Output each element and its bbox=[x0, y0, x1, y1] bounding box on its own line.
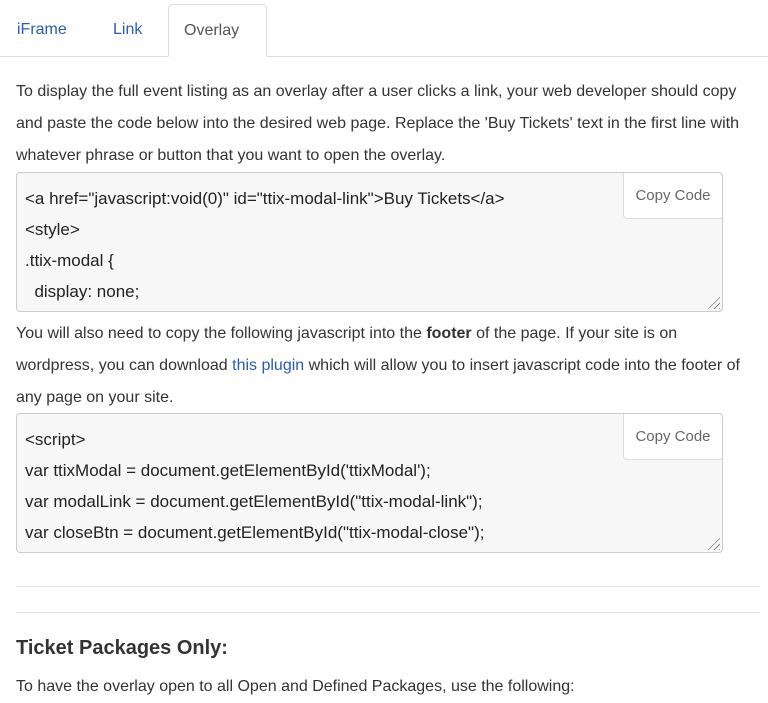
footer-bold: footer bbox=[426, 325, 472, 342]
script-code-box[interactable]: <script> var ttixModal = document.getEle… bbox=[16, 413, 723, 553]
intro-text: To display the full event listing as an … bbox=[16, 83, 739, 164]
section-heading: Ticket Packages Only: bbox=[16, 637, 228, 659]
footer-instructions: You will also need to copy the following… bbox=[16, 318, 746, 414]
tab-link[interactable]: Link bbox=[98, 4, 157, 56]
tab-iframe[interactable]: iFrame bbox=[2, 4, 82, 56]
tab-overlay[interactable]: Overlay bbox=[168, 4, 267, 57]
copy-code-button[interactable]: Copy Code bbox=[623, 173, 722, 219]
script-code[interactable]: <script> var ttixModal = document.getEle… bbox=[17, 414, 722, 552]
plugin-link[interactable]: this plugin bbox=[232, 357, 304, 374]
overlay-code[interactable]: <a href="javascript:void(0)" id="ttix-mo… bbox=[17, 173, 722, 311]
divider bbox=[16, 612, 760, 613]
divider bbox=[16, 586, 760, 587]
packages-text: To have the overlay open to all Open and… bbox=[16, 678, 575, 695]
tab-bar: iFrame Link Overlay bbox=[0, 0, 768, 57]
overlay-code-box[interactable]: <a href="javascript:void(0)" id="ttix-mo… bbox=[16, 172, 723, 312]
text: You will also need to copy the following… bbox=[16, 325, 427, 342]
copy-code-button[interactable]: Copy Code bbox=[623, 414, 722, 460]
